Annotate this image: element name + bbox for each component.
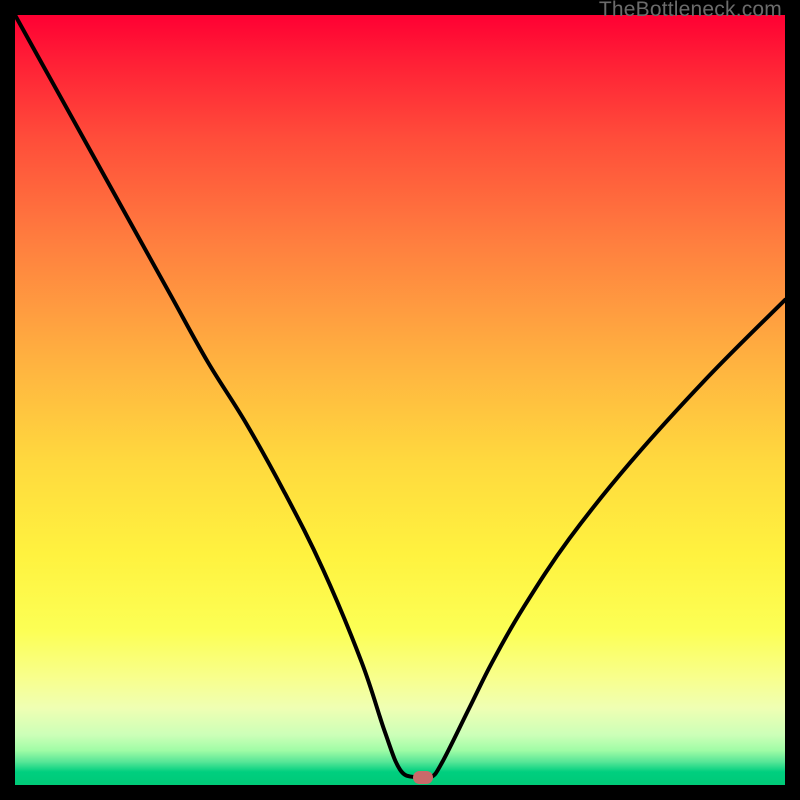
bottleneck-curve	[15, 15, 785, 785]
watermark-text: TheBottleneck.com	[599, 0, 782, 22]
chart-frame: TheBottleneck.com	[0, 0, 800, 800]
curve-path	[15, 15, 785, 779]
plot-area	[15, 15, 785, 785]
optimal-marker	[413, 771, 433, 784]
